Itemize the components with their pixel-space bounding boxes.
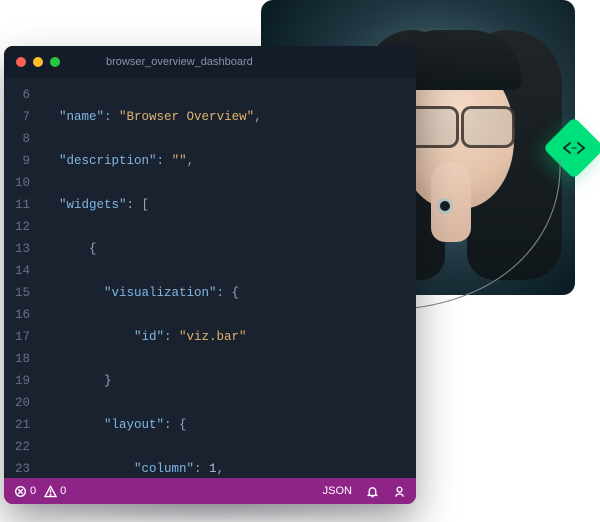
account-icon[interactable] [393,485,406,498]
error-count[interactable]: 0 [14,485,36,498]
bell-icon[interactable] [366,485,379,498]
line-number: 9 [4,150,30,172]
line-number: 15 [4,282,30,304]
code-area[interactable]: 67891011121314151617181920212223 "name":… [4,78,416,478]
line-number: 23 [4,458,30,478]
warning-icon [44,485,57,498]
code-editor-window: browser_overview_dashboard 6789101112131… [4,46,416,504]
line-number: 17 [4,326,30,348]
line-number: 14 [4,260,30,282]
minimize-window-button[interactable] [33,57,43,67]
language-mode[interactable]: JSON [323,485,352,497]
warning-count[interactable]: 0 [44,485,66,498]
warning-count-value: 0 [60,485,66,497]
glasses-icon [405,106,515,144]
line-number-gutter: 67891011121314151617181920212223 [4,84,36,478]
line-number: 20 [4,392,30,414]
error-count-value: 0 [30,485,36,497]
line-number: 7 [4,106,30,128]
window-controls [16,57,60,67]
line-number: 16 [4,304,30,326]
line-number: 13 [4,238,30,260]
editor-shadow [0,504,420,522]
close-window-button[interactable] [16,57,26,67]
file-tab-title: browser_overview_dashboard [106,56,253,68]
line-number: 22 [4,436,30,458]
line-number: 18 [4,348,30,370]
line-number: 6 [4,84,30,106]
error-icon [14,485,27,498]
line-number: 12 [4,216,30,238]
line-number: 10 [4,172,30,194]
line-number: 19 [4,370,30,392]
window-titlebar: browser_overview_dashboard [4,46,416,78]
line-number: 11 [4,194,30,216]
code-content[interactable]: "name": "Browser Overview", "description… [36,84,416,478]
ring-shape [437,198,453,214]
status-bar: 0 0 JSON [4,478,416,504]
line-number: 21 [4,414,30,436]
code-angle-icon [561,141,587,155]
zoom-window-button[interactable] [50,57,60,67]
line-number: 8 [4,128,30,150]
